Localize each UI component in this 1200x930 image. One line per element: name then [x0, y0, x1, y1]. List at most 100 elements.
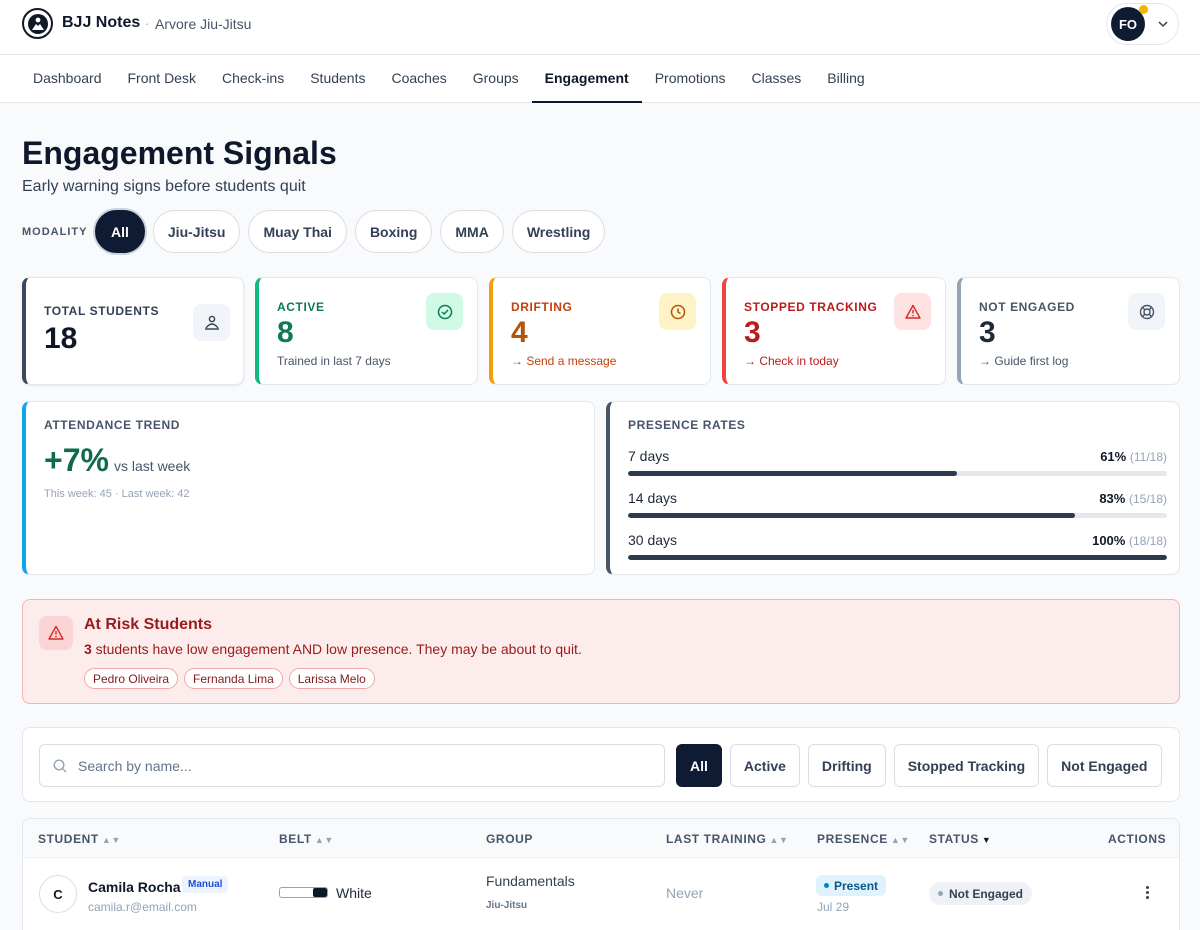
search-input[interactable] [78, 745, 648, 786]
sort-icon: ▲▼ [890, 835, 910, 845]
chevron-down-icon [1158, 21, 1168, 28]
stat-value: 3 [744, 316, 761, 349]
at-risk-count: 3 [84, 641, 92, 657]
status-label: Not Engaged [949, 886, 1023, 901]
status-filter-group: All Active Drifting Stopped Tracking Not Eng… [676, 744, 1162, 787]
filter-panel: AllActiveDriftingStopped TrackingNot Eng… [22, 727, 1180, 802]
nav-tab-promotions[interactable]: Promotions [642, 55, 739, 103]
presence-period: 30 days [628, 532, 678, 548]
stat-label: STOPPED TRACKING [744, 300, 878, 314]
presence-fraction: (15/18) [1128, 492, 1167, 506]
filter-button-not-engaged[interactable]: Not Engaged [1047, 744, 1162, 787]
search-box[interactable] [39, 744, 665, 787]
clock-icon [659, 293, 696, 330]
presence-period: 14 days [628, 490, 678, 506]
modality-chip-jiu-jitsu[interactable]: Jiu-Jitsu [152, 210, 241, 253]
presence-percent: 83% [1099, 491, 1126, 506]
column-header-belt[interactable]: BELT ▲▼ [279, 832, 334, 846]
stat-card-active[interactable]: ACTIVE 8 Trained in last 7 days [255, 277, 478, 385]
modality-chip-mma[interactable]: MMA [440, 210, 504, 253]
nav-tab-check-ins[interactable]: Check-ins [209, 55, 297, 103]
warning-icon [894, 293, 931, 330]
column-label: GROUP [486, 832, 534, 846]
app-title[interactable]: BJJ Notes [62, 14, 140, 32]
search-icon [53, 759, 67, 773]
student-avatar[interactable]: C [39, 875, 77, 913]
nav-tab-coaches[interactable]: Coaches [378, 55, 459, 103]
presence-bar [628, 471, 1167, 476]
presence-percent: 61% [1100, 449, 1127, 464]
attendance-label: ATTENDANCE TREND [44, 418, 181, 432]
column-label: BELT [279, 832, 312, 846]
filter-button-active[interactable]: Active [729, 744, 800, 787]
modality-chip-muay-thai[interactable]: Muay Thai [248, 210, 347, 253]
nav-tab-groups[interactable]: Groups [460, 55, 532, 103]
sort-icon: ▲▼ [769, 835, 789, 845]
stat-card-total[interactable]: TOTAL STUDENTS 18 [22, 277, 244, 385]
nav-tab-billing[interactable]: Billing [814, 55, 877, 103]
at-risk-student-pill[interactable]: Larissa Melo [288, 668, 375, 689]
table-row[interactable]: C Camila Rocha Manual camila.r@email.com… [23, 858, 1179, 930]
column-header-presence[interactable]: PRESENCE ▲▼ [817, 832, 910, 846]
stat-value: 18 [44, 322, 78, 355]
manual-badge: Manual [182, 876, 229, 893]
filter-button-all[interactable]: All [676, 744, 722, 787]
at-risk-student-pill[interactable]: Pedro Oliveira [84, 668, 179, 689]
presence-period: 7 days [628, 448, 670, 464]
presence-percent: 100% [1092, 533, 1126, 548]
presence-label: PRESENCE RATES [628, 418, 746, 432]
stat-note: → Guide first log [979, 354, 1069, 368]
column-header-last-training[interactable]: LAST TRAINING ▲▼ [666, 832, 788, 846]
modality-chip-all[interactable]: All [95, 210, 145, 253]
column-header-status[interactable]: STATUS ▼ [929, 832, 991, 846]
belt-name: White [336, 885, 372, 901]
at-risk-message: 3 students have low engagement AND low p… [84, 641, 582, 657]
stat-card-not-engaged[interactable]: NOT ENGAGED 3 → Guide first log [957, 277, 1180, 385]
page-subtitle: Early warning signs before students quit [22, 178, 306, 195]
stat-card-drifting[interactable]: DRIFTING 4 → Send a message [489, 277, 711, 385]
modality-chip-wrestling[interactable]: Wrestling [511, 210, 606, 253]
nav-tab-dashboard[interactable]: Dashboard [20, 55, 115, 103]
presence-rates-card: PRESENCE RATES 7 days 61% (11/18) 14 days 8… [606, 401, 1180, 575]
notification-dot [1139, 5, 1148, 14]
filter-button-drifting[interactable]: Drifting [807, 744, 886, 787]
last-training: Never [666, 885, 704, 901]
warning-icon [39, 616, 73, 650]
presence-fraction: (11/18) [1129, 450, 1167, 464]
stat-label: NOT ENGAGED [979, 300, 1075, 314]
app-logo-icon[interactable] [22, 8, 53, 39]
account-menu-button[interactable]: FO [1106, 3, 1179, 45]
users-icon [193, 304, 230, 341]
stat-card-stopped[interactable]: STOPPED TRACKING 3 → Check in today [722, 277, 946, 385]
attendance-detail: This week: 45 · Last week: 42 [44, 488, 190, 500]
nav-tab-students[interactable]: Students [297, 55, 378, 103]
attendance-comparison: vs last week [114, 458, 191, 474]
filter-button-stopped-tracking[interactable]: Stopped Tracking [893, 744, 1040, 787]
nav-tab-classes[interactable]: Classes [739, 55, 815, 103]
presence-label: Present [834, 878, 879, 893]
student-email: camila.r@email.com [88, 900, 197, 914]
column-label: LAST TRAINING [666, 832, 767, 846]
stat-label: ACTIVE [277, 300, 325, 314]
column-header-group: GROUP [486, 832, 533, 846]
modality-chip-boxing[interactable]: Boxing [354, 210, 433, 253]
stat-value: 8 [277, 316, 294, 349]
stat-label: TOTAL STUDENTS [44, 304, 160, 318]
title-separator: · [145, 16, 150, 31]
stat-note: → Check in today [744, 354, 839, 368]
presence-value: 83% (15/18) [1099, 491, 1167, 506]
modality-filter: All Jiu-Jitsu Muay Thai Boxing MMA Wrestling [95, 210, 606, 253]
column-header-actions: ACTIONS [1108, 832, 1167, 846]
column-header-student[interactable]: STUDENT ▲▼ [38, 832, 121, 846]
students-table: STUDENT ▲▼ BELT ▲▼ GROUP LAST TRAINING ▲▼ P… [22, 818, 1180, 930]
stat-label: DRIFTING [511, 300, 573, 314]
nav-tab-front-desk[interactable]: Front Desk [115, 55, 209, 103]
presence-fraction: (18/18) [1128, 534, 1167, 548]
nav-tab-engagement[interactable]: Engagement [531, 55, 642, 103]
row-actions-menu-icon[interactable] [1139, 880, 1155, 904]
stat-note: Trained in last 7 days [277, 354, 391, 368]
presence-bar-fill [628, 555, 1167, 560]
student-name[interactable]: Camila Rocha [88, 879, 181, 895]
at-risk-student-pill[interactable]: Fernanda Lima [184, 668, 283, 689]
sort-icon: ▲▼ [314, 835, 334, 845]
